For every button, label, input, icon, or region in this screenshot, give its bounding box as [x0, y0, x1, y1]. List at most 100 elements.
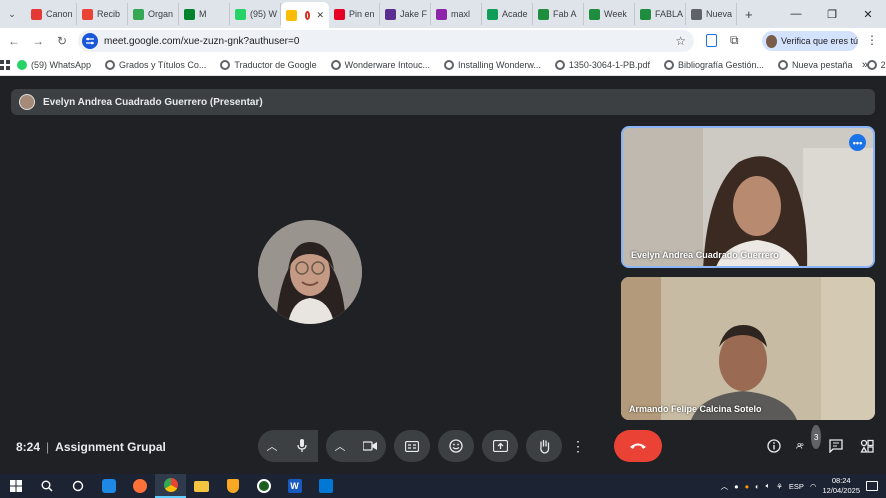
browser-tab[interactable]: Organ — [128, 3, 179, 25]
participant-tile[interactable]: ••• Evelyn Andrea Cuadrado Guerrero — [621, 126, 875, 268]
clock[interactable]: 08:24 12/04/2025 — [822, 476, 860, 496]
people-button[interactable]: 3 — [796, 425, 821, 458]
microphone-button[interactable] — [286, 430, 318, 462]
extensions-icon[interactable]: ⧉ — [730, 33, 739, 48]
browser-tab[interactable]: (95) W — [230, 3, 281, 25]
tab-favicon-icon — [691, 8, 702, 20]
browser-tab[interactable]: Canon — [26, 3, 77, 25]
new-tab-button[interactable]: + — [737, 7, 761, 22]
system-tray: ︿ ● ● ◐ 🔈︎ ⚘ ESP ◠ 08:24 12/04/2025 — [721, 474, 886, 498]
close-window-button[interactable]: ✕ — [850, 0, 886, 28]
firefox-icon[interactable] — [124, 474, 155, 498]
browser-tab[interactable]: Week — [584, 3, 635, 25]
camera-button[interactable] — [354, 430, 386, 462]
bookmark-item[interactable]: Installing Wonderw... — [437, 59, 548, 70]
bookmark-item[interactable]: (59) WhatsApp — [10, 59, 98, 70]
bookmarks-bar: (59) WhatsApp Grados y Títulos Co... Tradu… — [0, 54, 886, 76]
tab-favicon-icon — [82, 8, 93, 20]
site-info-icon[interactable] — [82, 33, 98, 49]
browser-tab[interactable]: Nueva — [686, 3, 737, 25]
presenter-label: Evelyn Andrea Cuadrado Guerrero (Present… — [43, 96, 263, 108]
tab-favicon-icon — [334, 8, 345, 20]
headset-tray-icon[interactable]: ◐ — [755, 482, 760, 491]
maximize-button[interactable]: ❐ — [814, 0, 850, 28]
browser-tab[interactable]: M — [179, 3, 230, 25]
bookmark-item[interactable]: Bibliografía Gestión... — [657, 59, 771, 70]
participant-name: Evelyn Andrea Cuadrado Guerrero — [631, 250, 779, 260]
bookmark-item[interactable]: 1350-3064-1-PB.pdf — [548, 59, 657, 70]
more-options-button[interactable]: ⋮ — [570, 430, 586, 462]
captions-button[interactable] — [394, 430, 430, 462]
browser-tab[interactable]: FABLA — [635, 3, 686, 25]
show-hidden-icons-icon[interactable]: ︿ — [721, 481, 729, 492]
browser-tab[interactable]: Fab A — [533, 3, 584, 25]
tab-search-button[interactable]: ⌄ — [4, 6, 20, 22]
tab-label: M — [199, 9, 207, 19]
browser-tab[interactable]: Acade — [482, 3, 533, 25]
notifications-icon[interactable] — [866, 481, 878, 491]
address-bar[interactable]: meet.google.com/xue-zuzn-gnk?authuser=0 … — [78, 30, 694, 52]
network-icon[interactable]: ⚘ — [776, 482, 783, 491]
wifi-icon[interactable]: ◠ — [810, 482, 817, 491]
tab-label: Jake F — [400, 9, 428, 19]
audio-settings-chevron-icon[interactable]: ︿ — [258, 430, 286, 462]
raise-hand-button[interactable] — [526, 430, 562, 462]
volume-icon[interactable]: 🔈︎ — [766, 481, 771, 491]
tab-favicon-icon — [31, 8, 42, 20]
more-options-icon[interactable]: ••• — [849, 134, 866, 151]
windows-start-icon[interactable] — [0, 474, 31, 498]
minimize-button[interactable]: — — [778, 0, 814, 28]
chrome-icon[interactable] — [155, 474, 186, 498]
tab-favicon-icon — [538, 8, 549, 20]
app-circle-icon[interactable] — [248, 474, 279, 498]
browser-tab[interactable]: ✕ — [281, 2, 329, 28]
browser-tab[interactable]: Pin en — [329, 3, 380, 25]
widgets-icon[interactable] — [93, 474, 124, 498]
microphone-tray-icon[interactable]: ● — [734, 482, 739, 491]
tab-favicon-icon — [487, 8, 498, 20]
window-controls: — ❐ ✕ — [778, 0, 886, 28]
file-explorer-icon[interactable] — [186, 474, 217, 498]
read-mode-icon[interactable] — [706, 34, 717, 47]
chat-button[interactable] — [827, 434, 845, 458]
task-view-icon[interactable] — [62, 474, 93, 498]
app-tray-icon[interactable]: ● — [745, 482, 750, 491]
bookmark-globe-icon — [554, 59, 565, 70]
reload-button[interactable]: ↻ — [50, 29, 74, 53]
meeting-details-button[interactable] — [765, 434, 783, 458]
tab-favicon-icon — [133, 8, 144, 20]
bookmark-globe-icon — [105, 59, 116, 70]
bookmark-item[interactable]: Traductor de Google — [213, 59, 323, 70]
browser-tab[interactable]: Jake F — [380, 3, 431, 25]
activities-button[interactable] — [858, 434, 876, 458]
emoji-reaction-button[interactable] — [438, 430, 474, 462]
word-icon[interactable]: W — [279, 474, 310, 498]
language-indicator[interactable]: ESP — [789, 482, 804, 491]
app-badge-icon[interactable] — [217, 474, 248, 498]
bookmarks-overflow-icon[interactable]: » — [862, 59, 868, 71]
back-button[interactable]: ← — [2, 29, 26, 53]
browser-menu-icon[interactable]: ⋮ — [866, 33, 878, 47]
bookmark-item[interactable]: Wonderware Intouc... — [324, 59, 437, 70]
leave-call-button[interactable] — [614, 430, 662, 462]
bookmark-item[interactable]: Nueva pestaña — [771, 59, 860, 70]
profile-chip[interactable]: Verifica que eres tú — [762, 31, 858, 51]
tab-label: maxl — [451, 9, 471, 19]
apps-grid-icon[interactable] — [0, 59, 10, 70]
bookmark-star-icon[interactable]: ☆ — [675, 34, 686, 48]
avatar — [766, 34, 777, 48]
main-participant-avatar — [258, 220, 362, 324]
meeting-title: Assignment Grupal — [55, 440, 166, 454]
meeting-time: 8:24 — [16, 440, 41, 454]
close-tab-icon[interactable]: ✕ — [316, 10, 324, 21]
video-settings-chevron-icon[interactable]: ︿ — [326, 430, 354, 462]
vscode-icon[interactable] — [310, 474, 341, 498]
whatsapp-icon — [17, 59, 27, 70]
browser-tab[interactable]: maxl — [431, 3, 482, 25]
forward-button[interactable]: → — [26, 29, 50, 53]
bookmark-item[interactable]: Grados y Títulos Co... — [98, 59, 213, 70]
search-icon[interactable] — [31, 474, 62, 498]
browser-tab[interactable]: Recib — [77, 3, 128, 25]
participant-tile[interactable]: Armando Felipe Calcina Sotelo — [621, 277, 875, 420]
present-screen-button[interactable] — [482, 430, 518, 462]
